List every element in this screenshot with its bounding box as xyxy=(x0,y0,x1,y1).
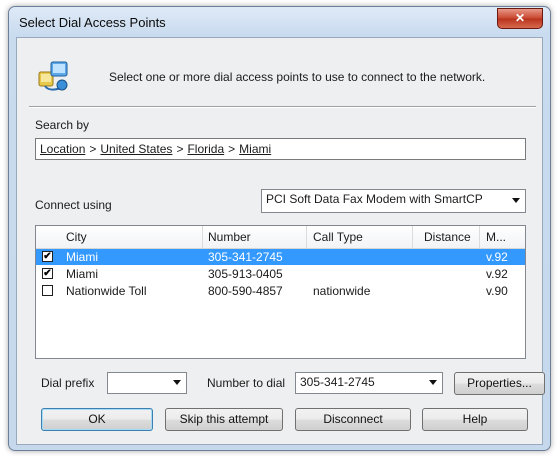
modem-select[interactable]: PCI Soft Data Fax Modem with SmartCP xyxy=(261,189,526,213)
list-item[interactable]: ✔ Miami 305-341-2745 v.92 xyxy=(36,249,525,265)
modem-value: PCI Soft Data Fax Modem with SmartCP xyxy=(266,192,483,206)
breadcrumb-location[interactable]: Location xyxy=(40,142,85,156)
search-by-label: Search by xyxy=(35,118,90,132)
location-breadcrumb: Location > United States > Florida > Miami xyxy=(35,138,526,160)
m-cell: v.90 xyxy=(486,284,508,298)
number-to-dial-select[interactable]: 305-341-2745 xyxy=(295,372,443,394)
chevron-down-icon[interactable] xyxy=(173,380,181,385)
city-cell: Miami xyxy=(66,267,98,281)
number-to-dial-value: 305-341-2745 xyxy=(300,375,375,389)
ok-button[interactable]: OK xyxy=(41,408,153,431)
disconnect-button[interactable]: Disconnect xyxy=(295,408,411,431)
network-connection-icon xyxy=(38,61,68,91)
connect-using-label: Connect using xyxy=(35,198,112,212)
m-cell: v.92 xyxy=(486,267,508,281)
breadcrumb-separator: > xyxy=(228,142,236,156)
close-button[interactable]: ✕ xyxy=(497,8,543,29)
column-city[interactable]: City xyxy=(66,230,87,244)
access-point-list[interactable]: City Number Call Type Distance M... ✔ Mi… xyxy=(35,225,526,359)
city-cell: Nationwide Toll xyxy=(66,284,147,298)
m-cell: v.92 xyxy=(486,250,508,264)
dial-prefix-label: Dial prefix xyxy=(41,376,95,390)
number-cell: 305-341-2745 xyxy=(208,250,283,264)
breadcrumb-separator: > xyxy=(89,142,97,156)
properties-button[interactable]: Properties... xyxy=(454,372,545,395)
instruction-text: Select one or more dial access points to… xyxy=(109,70,486,84)
chevron-down-icon[interactable] xyxy=(429,380,437,385)
call-type-cell: nationwide xyxy=(313,284,371,298)
chevron-down-icon[interactable] xyxy=(512,198,520,203)
skip-attempt-button[interactable]: Skip this attempt xyxy=(165,408,283,431)
number-to-dial-label: Number to dial xyxy=(207,376,286,390)
number-cell: 800-590-4857 xyxy=(208,284,283,298)
dialog-body: Select one or more dial access points to… xyxy=(16,37,545,445)
column-distance[interactable]: Distance xyxy=(424,230,471,244)
column-number[interactable]: Number xyxy=(208,230,251,244)
checkbox[interactable] xyxy=(42,285,53,296)
checkbox[interactable]: ✔ xyxy=(42,251,53,262)
number-cell: 305-913-0405 xyxy=(208,267,283,281)
help-button[interactable]: Help xyxy=(422,408,528,431)
list-item[interactable]: Nationwide Toll 800-590-4857 nationwide … xyxy=(36,283,525,299)
title-bar[interactable]: Select Dial Access Points ✕ xyxy=(9,7,550,37)
dial-prefix-select[interactable] xyxy=(107,372,187,394)
breadcrumb-state[interactable]: Florida xyxy=(187,142,224,156)
list-header: City Number Call Type Distance M... xyxy=(36,226,525,249)
city-cell: Miami xyxy=(66,250,98,264)
column-m[interactable]: M... xyxy=(486,230,506,244)
breadcrumb-city[interactable]: Miami xyxy=(239,142,271,156)
list-item[interactable]: ✔ Miami 305-913-0405 v.92 xyxy=(36,266,525,282)
column-call-type[interactable]: Call Type xyxy=(313,230,363,244)
dialog-window: Select Dial Access Points ✕ Select one o… xyxy=(8,6,551,451)
divider xyxy=(29,106,536,108)
breadcrumb-country[interactable]: United States xyxy=(100,142,172,156)
window-title: Select Dial Access Points xyxy=(19,15,166,30)
breadcrumb-separator: > xyxy=(176,142,184,156)
checkbox[interactable]: ✔ xyxy=(42,268,53,279)
